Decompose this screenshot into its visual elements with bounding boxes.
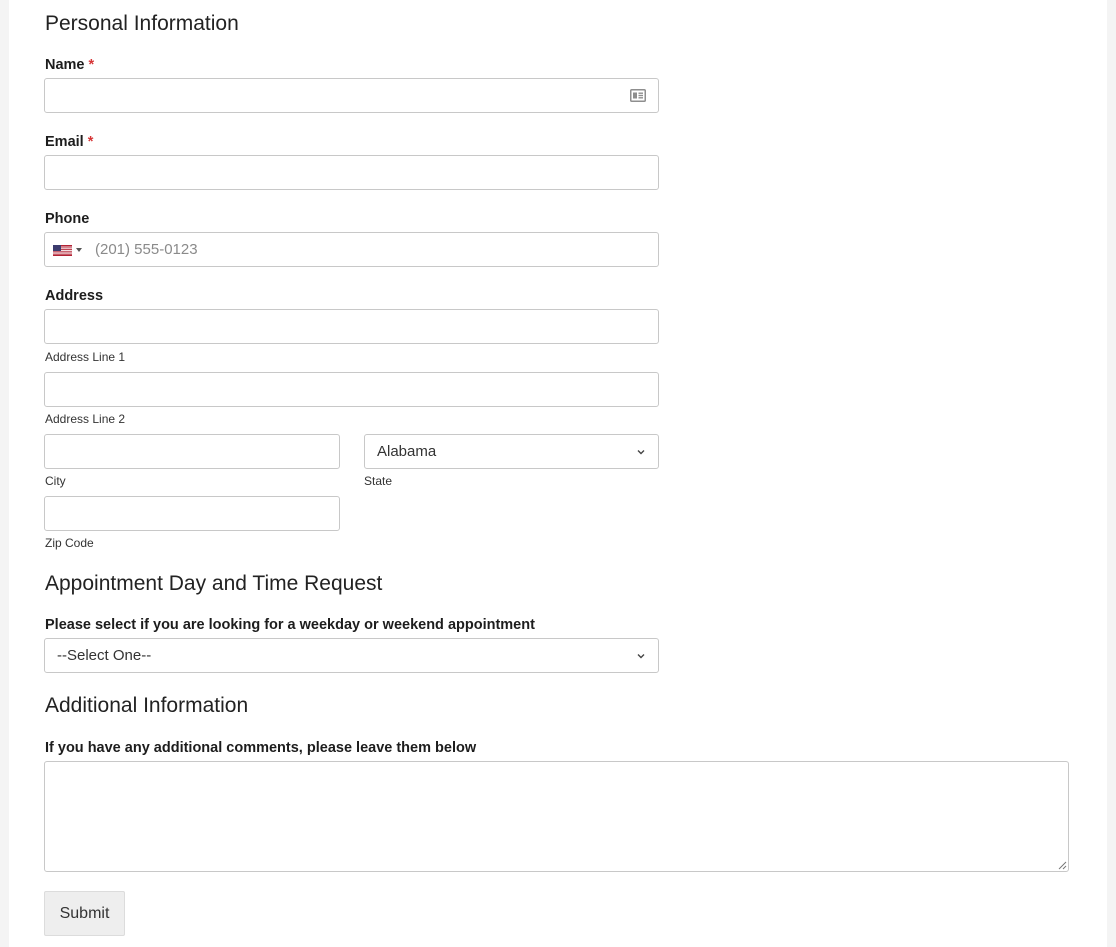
section-title-personal: Personal Information — [45, 12, 239, 35]
appointment-type-label: Please select if you are looking for a w… — [45, 617, 535, 633]
address-line2-sublabel: Address Line 2 — [45, 412, 126, 426]
name-input[interactable] — [44, 78, 659, 113]
section-title-appointment: Appointment Day and Time Request — [45, 572, 383, 595]
city-input[interactable] — [44, 434, 340, 469]
comments-label: If you have any additional comments, ple… — [45, 740, 477, 756]
submit-button[interactable]: Submit — [44, 891, 125, 936]
state-sublabel: State — [364, 474, 393, 488]
email-required-mark: * — [87, 134, 94, 150]
phone-input[interactable] — [44, 232, 659, 267]
comments-textarea[interactable] — [44, 761, 1069, 872]
chevron-down-icon — [637, 653, 645, 658]
address-label: Address — [45, 288, 104, 304]
name-required-mark: * — [88, 57, 95, 73]
name-label-text: Name — [45, 57, 85, 73]
email-input[interactable] — [44, 155, 659, 190]
section-title-additional: Additional Information — [45, 694, 249, 717]
us-flag-icon — [53, 244, 72, 256]
resize-grip-icon[interactable] — [1058, 861, 1067, 870]
state-select[interactable]: Alabama — [364, 434, 659, 469]
appointment-type-value: --Select One-- — [57, 647, 152, 664]
contact-card-icon — [630, 89, 646, 102]
address-line1-input[interactable] — [44, 309, 659, 344]
zip-sublabel: Zip Code — [45, 536, 94, 550]
appointment-type-select[interactable]: --Select One-- — [44, 638, 659, 673]
address-line2-input[interactable] — [44, 372, 659, 407]
city-sublabel: City — [45, 474, 66, 488]
country-selector[interactable] — [53, 244, 85, 256]
address-line1-sublabel: Address Line 1 — [45, 350, 126, 364]
chevron-down-icon — [637, 449, 645, 454]
name-label: Name * — [45, 56, 94, 74]
email-label-text: Email — [45, 134, 84, 150]
phone-label: Phone — [45, 211, 90, 227]
form-page: Personal Information Name * Email * Phone — [9, 0, 1107, 947]
email-label: Email * — [45, 133, 93, 151]
zip-input[interactable] — [44, 496, 340, 531]
state-select-value: Alabama — [377, 443, 437, 460]
caret-down-icon — [76, 248, 82, 252]
